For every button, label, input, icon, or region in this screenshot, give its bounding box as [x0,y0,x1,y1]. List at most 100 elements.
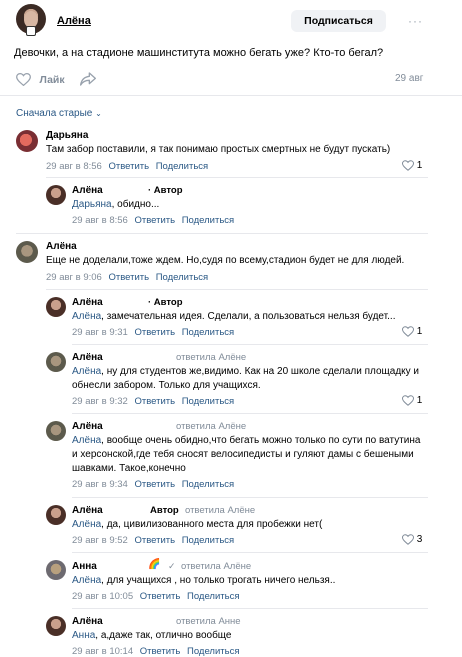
comment-date[interactable]: 29 авг в 9:32 [72,396,128,407]
comment-meta: 29 авг в 9:52 Ответить Поделиться [72,535,234,546]
avatar[interactable] [16,130,38,152]
check-icon: ✓ [168,561,176,571]
avatar[interactable] [46,616,66,636]
comment-meta: 29 авг в 8:56 Ответить Поделиться [72,215,234,226]
like-button[interactable]: Лайк [16,71,65,87]
share-icon[interactable] [80,72,96,86]
comment-divider [46,177,428,178]
share-button[interactable]: Поделиться [182,396,234,407]
replied-to-label[interactable]: ответила Алёне [181,561,251,572]
author-badge: Автор [150,505,179,516]
share-button[interactable]: Поделиться [156,161,208,172]
replied-to-label[interactable]: ответила Алёне [176,352,246,363]
heart-icon [402,160,414,171]
replied-to-label[interactable]: ответила Анне [176,616,241,627]
comment-divider [72,344,428,345]
share-button[interactable]: Поделиться [187,591,239,602]
reply-button[interactable]: Ответить [134,479,175,490]
comment-author[interactable]: Анна [72,561,97,572]
post-text: Девочки, а на стадионе машинститута можн… [14,47,384,59]
comment-date[interactable]: 29 авг в 8:56 [46,161,102,172]
mention-link[interactable]: Дарьяна [72,199,112,210]
reply-button[interactable]: Ответить [108,161,149,172]
comment-text: Алёна, вообще очень обидно,что бегать мо… [72,435,421,474]
post-author-name[interactable]: Алёна [57,15,91,27]
chevron-down-icon: ⌄ [95,109,102,118]
more-options-icon[interactable]: ··· [408,10,423,32]
comment-date[interactable]: 29 авг в 10:05 [72,591,133,602]
avatar[interactable] [46,352,66,372]
avatar[interactable] [46,560,66,580]
mention-link[interactable]: Алёна [72,575,101,586]
reply-button[interactable]: Ответить [140,591,181,602]
share-button[interactable]: Поделиться [182,215,234,226]
post-date[interactable]: 29 авг [395,73,423,84]
comment-text: Там забор поставили, я так понимаю прост… [46,144,391,155]
sort-selector[interactable]: Сначала старые ⌄ [16,108,102,119]
avatar[interactable] [46,505,66,525]
comment-author[interactable]: Алёна [72,421,103,432]
like-count: 1 [416,160,423,171]
avatar[interactable] [46,421,66,441]
mention-link[interactable]: Алёна [72,519,101,530]
reply-button[interactable]: Ответить [134,535,175,546]
avatar[interactable] [46,297,66,317]
comment-text: Еще не доделали,тоже ждем. Но,судя по вс… [46,255,405,266]
like-label: Лайк [39,73,65,86]
sort-label: Сначала старые [16,108,93,119]
mention-link[interactable]: Алёна [72,366,101,377]
reply-button[interactable]: Ответить [140,646,181,657]
reply-button[interactable]: Ответить [134,327,175,338]
mention-link[interactable]: Анна [72,630,95,641]
comment-meta: 29 авг в 9:32 Ответить Поделиться [72,396,234,407]
mention-link[interactable]: Алёна [72,311,101,322]
subscribe-button[interactable]: Подписаться [291,10,386,32]
share-button[interactable]: Поделиться [182,535,234,546]
avatar[interactable] [16,241,38,263]
reply-button[interactable]: Ответить [134,215,175,226]
comment-author[interactable]: Алёна [72,185,103,196]
comment-author[interactable]: Алёна [72,505,103,516]
comment-date[interactable]: 29 авг в 9:31 [72,327,128,338]
comment-date[interactable]: 29 авг в 9:06 [46,272,102,283]
author-badge: · Автор [148,185,183,196]
reply-button[interactable]: Ответить [108,272,149,283]
comment-like-button[interactable]: 1 [402,326,422,337]
comment-like-button[interactable]: 3 [402,534,422,545]
comment-divider [72,413,428,414]
avatar[interactable] [46,185,66,205]
comment-date[interactable]: 29 авг в 9:34 [72,479,128,490]
comment-author[interactable]: Алёна [72,297,103,308]
comment-date[interactable]: 29 авг в 9:52 [72,535,128,546]
comment-meta: 29 авг в 10:14 Ответить Поделиться [72,646,239,657]
share-button[interactable]: Поделиться [182,327,234,338]
comment-date[interactable]: 29 авг в 10:14 [72,646,133,657]
comment-author[interactable]: Алёна [72,616,103,627]
share-button[interactable]: Поделиться [156,272,208,283]
reply-button[interactable]: Ответить [134,396,175,407]
comment-text: Алёна, ну для студентов же,видимо. Как н… [72,366,420,391]
comment-date[interactable]: 29 авг в 8:56 [72,215,128,226]
comment-text: Алёна, для учащихся , но только трогать … [72,575,336,586]
author-badge: · Автор [148,297,183,308]
comment-like-button[interactable]: 1 [402,160,422,171]
like-count: 1 [416,326,423,337]
comment-meta: 29 авг в 9:34 Ответить Поделиться [72,479,234,490]
comment-author[interactable]: Алёна [72,352,103,363]
share-button[interactable]: Поделиться [182,479,234,490]
comment-author[interactable]: Алёна [46,241,77,252]
replied-to-label[interactable]: ответила Алёне [185,505,255,516]
comment-meta: 29 авг в 8:56 Ответить Поделиться [46,161,208,172]
like-count: 3 [416,534,423,545]
comment-author[interactable]: Дарьяна [46,130,88,141]
comment-meta: 29 авг в 9:31 Ответить Поделиться [72,327,234,338]
comment-text: Алёна, замечательная идея. Сделали, а по… [72,311,396,322]
comment-divider [72,608,428,609]
comment-divider [72,497,428,498]
heart-icon [402,326,414,337]
comment-like-button[interactable]: 1 [402,395,422,406]
mention-link[interactable]: Алёна [72,435,101,446]
share-button[interactable]: Поделиться [187,646,239,657]
comment-text: Анна, а,даже так, отлично вообще [72,630,232,641]
replied-to-label[interactable]: ответила Алёне [176,421,246,432]
